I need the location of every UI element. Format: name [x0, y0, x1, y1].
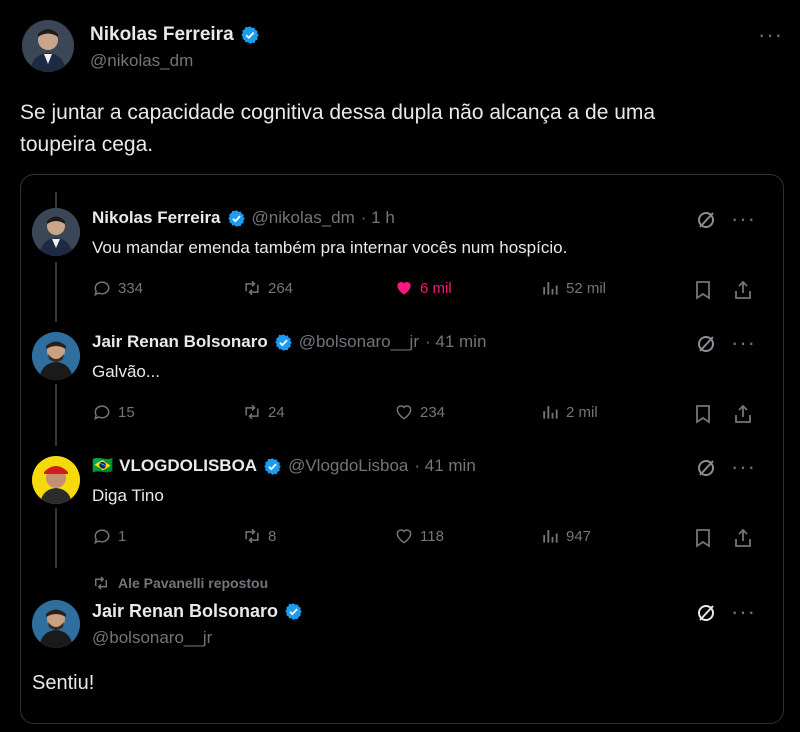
views-count: 947 [566, 527, 592, 545]
main-author-handle[interactable]: @nikolas_dm [90, 51, 193, 71]
avatar-portrait-icon [32, 600, 80, 648]
reply-icon [94, 405, 110, 421]
retweet-icon [95, 576, 107, 590]
reply-count: 334 [118, 279, 144, 297]
final-author-name[interactable]: Jair Renan Bolsonaro [92, 601, 278, 622]
views-icon [543, 530, 558, 543]
reply-avatar[interactable] [32, 332, 80, 380]
main-tweet-text: Se juntar a capacidade cognitiva dessa d… [20, 97, 655, 161]
more-icon[interactable]: ··· [731, 456, 756, 478]
more-icon[interactable]: ··· [758, 24, 783, 46]
reply-avatar[interactable] [32, 208, 80, 256]
views-icon [543, 406, 558, 419]
retweet-icon [245, 404, 259, 420]
reply-button[interactable]: 15 [92, 402, 135, 422]
bookmark-icon[interactable] [692, 526, 714, 550]
heart-icon [396, 405, 412, 420]
thread-line [55, 262, 57, 322]
like-button[interactable]: 118 [394, 526, 444, 546]
more-icon[interactable]: ··· [731, 332, 756, 354]
more-icon[interactable]: ··· [731, 208, 756, 230]
reply-icon [94, 529, 110, 545]
more-icon[interactable]: ··· [731, 601, 756, 623]
grok-icon[interactable] [694, 456, 718, 480]
final-author-avatar[interactable] [32, 600, 80, 648]
retweet-count: 24 [268, 403, 285, 421]
repost-label: Ale Pavanelli repostou [118, 575, 269, 591]
like-button[interactable]: 234 [394, 402, 445, 422]
avatar-portrait-icon [32, 456, 80, 504]
reply-author-handle[interactable]: @VlogdoLisboa [288, 456, 408, 476]
heart-icon [396, 529, 412, 544]
views-count: 2 mil [566, 403, 598, 421]
retweet-button[interactable]: 8 [242, 526, 276, 546]
like-button[interactable]: 6 mil [394, 278, 452, 298]
main-tweet-text-line1: Se juntar a capacidade cognitiva dessa d… [20, 101, 656, 124]
like-count: 234 [420, 403, 446, 421]
bookmark-icon[interactable] [692, 278, 714, 302]
retweet-button[interactable]: 24 [242, 402, 285, 422]
flag-brazil-icon: 🇧🇷 [92, 456, 114, 475]
reply-count: 15 [118, 403, 135, 421]
reply-author-name[interactable]: Nikolas Ferreira [92, 208, 221, 228]
reply-text: Galvão... [92, 362, 161, 381]
verified-badge-icon [285, 603, 302, 620]
reply-author-handle[interactable]: @nikolas_dm [252, 208, 355, 228]
verified-badge-icon [264, 457, 281, 475]
avatar-portrait-icon [32, 332, 80, 380]
thread-line [55, 384, 57, 446]
reply-actions: 334 264 6 mil 52 mil [92, 278, 762, 302]
repost-indicator[interactable]: Ale Pavanelli repostou [92, 574, 268, 592]
reply-author-name[interactable]: VLOGDOLISBOA [119, 456, 257, 476]
grok-icon[interactable] [694, 208, 718, 232]
reply-time[interactable]: · 1 h [361, 208, 395, 228]
share-icon[interactable] [732, 526, 754, 550]
retweet-count: 8 [268, 527, 277, 545]
retweet-icon [245, 280, 259, 296]
reply-icon [94, 281, 110, 297]
main-author-name[interactable]: Nikolas Ferreira [90, 24, 234, 46]
reply-text: Diga Tino [92, 486, 164, 505]
retweet-count: 264 [268, 279, 294, 297]
views-button[interactable]: 2 mil [540, 402, 598, 422]
reply-count: 1 [118, 527, 127, 545]
reply-author-handle[interactable]: @bolsonaro__jr [299, 332, 419, 352]
reply-actions: 15 24 234 2 mil [92, 402, 762, 426]
main-author-avatar[interactable] [22, 20, 74, 72]
reply-time[interactable]: · 41 min [425, 332, 486, 352]
reply-button[interactable]: 334 [92, 278, 143, 298]
reply-time[interactable]: · 41 min [414, 456, 475, 476]
avatar-portrait-icon [32, 208, 80, 256]
reply-actions: 1 8 118 947 [92, 526, 762, 550]
final-tweet-text: Sentiu! [32, 672, 95, 694]
verified-badge-icon [274, 333, 292, 351]
heart-icon [397, 282, 411, 295]
grok-icon[interactable] [694, 332, 718, 356]
main-tweet-text-line2: toupeira cega. [20, 133, 154, 156]
views-button[interactable]: 52 mil [540, 278, 606, 298]
avatar-portrait-icon [22, 20, 74, 72]
bookmark-icon[interactable] [692, 402, 714, 426]
views-icon [543, 282, 558, 295]
share-icon[interactable] [732, 278, 754, 302]
verified-badge-icon [227, 209, 245, 227]
reply-avatar[interactable] [32, 456, 80, 504]
views-button[interactable]: 947 [540, 526, 591, 546]
reply-text: Vou mandar emenda também pra internar vo… [92, 238, 568, 257]
final-author-handle[interactable]: @bolsonaro__jr [92, 628, 212, 648]
views-count: 52 mil [566, 279, 607, 297]
reply-button[interactable]: 1 [92, 526, 126, 546]
grok-icon[interactable] [694, 601, 718, 625]
retweet-icon [245, 528, 259, 544]
retweet-button[interactable]: 264 [242, 278, 293, 298]
thread-line [55, 192, 57, 208]
thread-line [55, 508, 57, 568]
reply-author-name[interactable]: Jair Renan Bolsonaro [92, 332, 268, 352]
like-count: 6 mil [420, 279, 452, 297]
like-count: 118 [420, 527, 444, 545]
share-icon[interactable] [732, 402, 754, 426]
verified-badge-icon [240, 26, 259, 44]
